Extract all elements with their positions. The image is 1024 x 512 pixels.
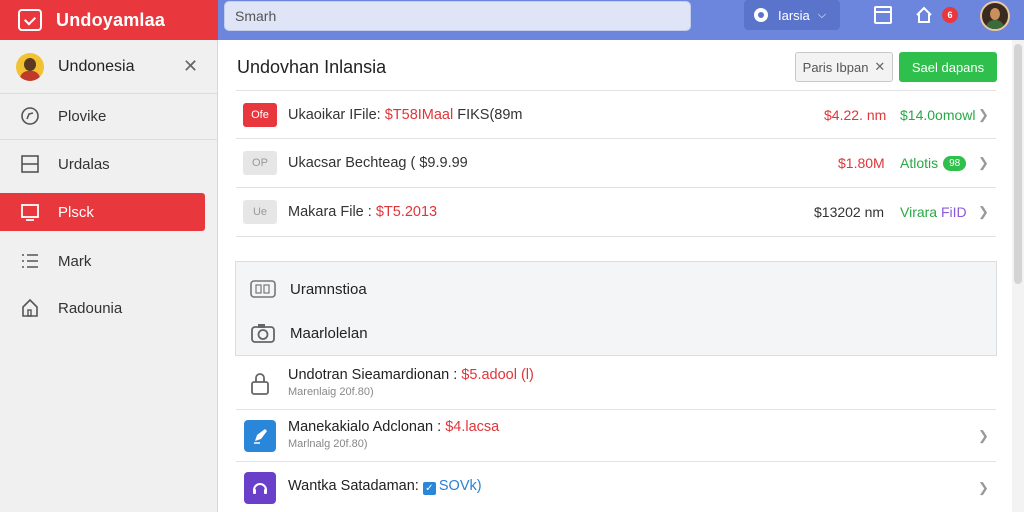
row-extra-suffix: FiID [937, 204, 967, 220]
lock-icon [244, 368, 276, 400]
file-tag: Ofe [243, 102, 277, 127]
row-rest: FIKS(89m [453, 106, 523, 123]
status-badge: 98 [943, 156, 967, 172]
list-item[interactable]: Manekakialo Adclonan : $4.lacsa Marlnalg… [236, 410, 996, 462]
close-icon[interactable]: ✕ [183, 56, 198, 77]
chevron-right-icon[interactable]: ❯ [978, 428, 989, 444]
app-logo-icon [18, 9, 42, 31]
list-item-subtitle: Marlnalg 20f.80) [288, 438, 368, 450]
home-icon[interactable] [915, 6, 933, 24]
list-item-label: Undotran Sieamardionan : [288, 367, 462, 383]
user-menu-button[interactable]: Iarsia ⌵ [744, 0, 840, 30]
primary-button[interactable]: Sael dapans [899, 52, 997, 82]
panel-item-label: Maarlolelan [290, 324, 368, 342]
list-item-value-text: SOVk) [438, 478, 482, 494]
sidebar-item-mark[interactable]: Mark [0, 242, 205, 280]
headset-icon [244, 472, 276, 504]
row-amount: $4.22. nm [824, 106, 887, 123]
file-tag: Ue [243, 200, 277, 224]
row-amount: $13202 nm [814, 204, 885, 220]
sidebar-avatar [16, 52, 44, 81]
filter-button[interactable]: Paris Ibpan ✕ [795, 52, 893, 82]
filter-button-label: Paris Ibpan [802, 59, 869, 75]
panel-item[interactable]: Maarlolelan [250, 321, 368, 345]
monitor-icon [20, 202, 40, 222]
notification-badge[interactable]: 6 [942, 7, 958, 23]
file-tag: OP [243, 151, 277, 175]
checkbox-checked-icon[interactable]: ✓ [422, 482, 436, 495]
chevron-right-icon[interactable]: ❯ [978, 107, 989, 123]
camera-icon [250, 322, 276, 344]
list-icon [20, 251, 40, 271]
list-item-label: Wantka Satadaman: [288, 478, 423, 494]
row-amount: $1.80M [838, 155, 885, 171]
sidebar-item-label: Plovike [58, 107, 107, 125]
list-item-value: $5.adool (l) [461, 367, 534, 383]
list-item-title: Manekakialo Adclonan : $4.lacsa [288, 419, 499, 435]
app-title: Undoyamlaa [56, 9, 166, 30]
home-icon [20, 298, 40, 318]
row-extra: $14.0omowl [900, 106, 976, 123]
user-status-icon [754, 8, 768, 22]
scrollbar-thumb[interactable] [1014, 44, 1022, 284]
table-row[interactable]: Ue Makara File : $T5.2013 $13202 nm Vira… [236, 188, 996, 237]
sidebar-item-radounia[interactable]: Radounia [0, 289, 205, 327]
row-extra: Virara FiID [900, 204, 967, 220]
pen-icon [244, 420, 276, 452]
list-item-label: Manekakialo Adclonan : [288, 419, 446, 435]
panel-item[interactable]: Uramnstioa [250, 277, 367, 301]
window-icon[interactable] [874, 6, 892, 24]
sidebar-item-plsck[interactable]: Plsck [0, 193, 205, 231]
info-panel: Uramnstioa Maarlolelan [235, 261, 997, 356]
card-icon [250, 278, 276, 300]
sidebar-item-label: Radounia [58, 299, 123, 317]
list-item[interactable]: Wantka Satadaman: ✓ SOVk) ❯ [236, 462, 996, 512]
table-row[interactable]: Ofe Ukaoikar IFile: $T58IMaal FIKS(89m $… [236, 90, 996, 139]
chevron-right-icon[interactable]: ❯ [978, 480, 989, 496]
row-label: Ukaoikar IFile: [288, 106, 385, 123]
row-description: Ukaoikar IFile: $T58IMaal FIKS(89m [288, 107, 523, 123]
page-title: Undovhan Inlansia [237, 57, 387, 77]
divider [0, 139, 218, 140]
list-item-title: Wantka Satadaman: ✓ SOVk) [288, 478, 482, 495]
close-icon[interactable]: ✕ [874, 59, 885, 75]
row-extra-label: Virara [900, 204, 938, 220]
row-extra-label: Atlotis [900, 154, 939, 171]
avatar[interactable] [980, 1, 1010, 31]
list-item[interactable]: Undotran Sieamardionan : $5.adool (l) Ma… [236, 358, 996, 410]
sidebar-item-label: Urdalas [58, 155, 110, 173]
list-item-value: ✓ SOVk) [422, 478, 482, 495]
sidebar-item-label: Mark [58, 252, 92, 270]
row-description: Ukacsar Bechteag ( $9.9.99 [288, 155, 468, 171]
compass-icon [20, 106, 40, 126]
sidebar-item-plovike[interactable]: Plovike [0, 97, 205, 135]
chevron-right-icon[interactable]: ❯ [978, 155, 989, 171]
sidebar-item-urdalas[interactable]: Urdalas [0, 145, 205, 183]
row-description: Makara File : $T5.2013 [288, 204, 437, 220]
sidebar-item-label: Plsck [58, 203, 94, 221]
row-value: $T58IMaal [384, 106, 454, 123]
list-item-value: $4.lacsa [445, 419, 500, 435]
row-extra: Atlotis 98 [900, 154, 967, 172]
table-row[interactable]: OP Ukacsar Bechteag ( $9.9.99 $1.80M Atl… [236, 139, 996, 188]
search-input[interactable] [224, 1, 691, 31]
row-label: Makara File : [288, 204, 376, 220]
row-value: $T5.2013 [375, 204, 438, 220]
panel-item-label: Uramnstioa [290, 280, 367, 298]
brand[interactable]: Undoyamlaa [0, 0, 218, 40]
list-item-subtitle: Marenlaig 20f.80) [288, 386, 374, 398]
chevron-down-icon: ⌵ [817, 8, 827, 21]
sidebar-title: Undonesia [58, 57, 135, 75]
chevron-right-icon[interactable]: ❯ [978, 204, 989, 220]
user-menu-label: Iarsia [778, 7, 810, 23]
list-item-title: Undotran Sieamardionan : $5.adool (l) [288, 367, 534, 383]
layout-icon [20, 154, 40, 174]
